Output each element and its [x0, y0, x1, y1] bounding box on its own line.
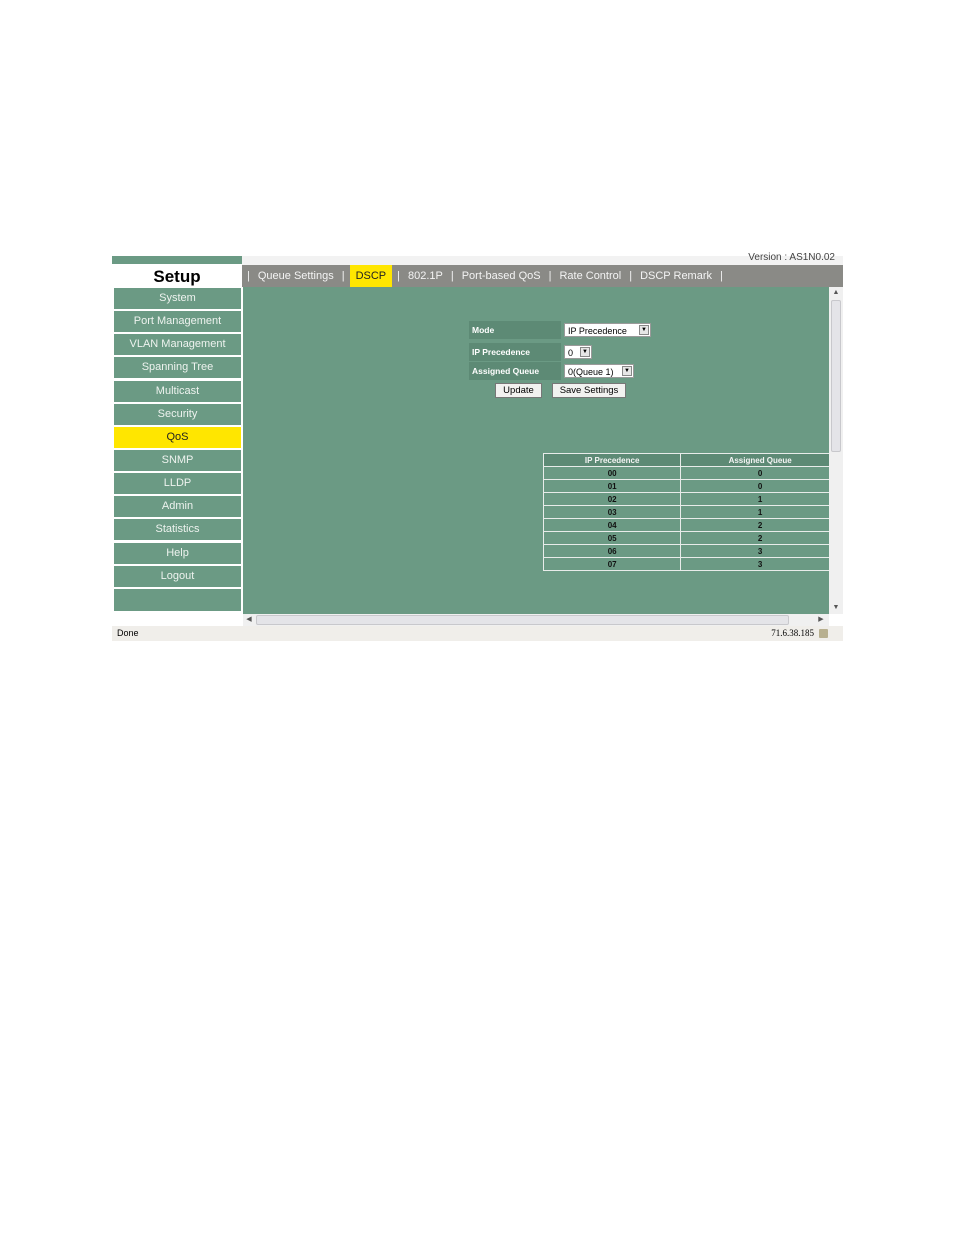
assigned-queue-select[interactable]: 0(Queue 1) ▼ — [564, 364, 634, 378]
sidebar-item-snmp[interactable]: SNMP — [114, 449, 241, 471]
ip-precedence-cell: 04 — [544, 519, 681, 531]
horizontal-scroll-thumb[interactable] — [256, 615, 789, 625]
sidebar-menu: System Port Management VLAN Management S… — [114, 288, 241, 613]
ip-precedence-cell: 01 — [544, 480, 681, 492]
mode-label: Mode — [469, 321, 561, 339]
scroll-up-arrow-icon[interactable]: ▲ — [829, 287, 843, 299]
tab-separator: | — [629, 270, 633, 282]
scroll-down-arrow-icon[interactable]: ▼ — [829, 602, 843, 614]
assigned-queue-cell: 3 — [681, 545, 839, 557]
mode-select[interactable]: IP Precedence ▼ — [564, 323, 651, 337]
assigned-queue-cell: 0 — [681, 467, 839, 479]
vertical-scrollbar[interactable]: ▲ ▼ — [829, 287, 843, 614]
assigned-queue-cell: 1 — [681, 493, 839, 505]
sidebar-item-system[interactable]: System — [114, 288, 241, 309]
tab-separator: | — [247, 270, 250, 282]
table-row: 07 3 — [544, 558, 839, 570]
chevron-down-icon[interactable]: ▼ — [622, 366, 632, 376]
table-row: 04 2 — [544, 519, 839, 531]
ip-precedence-label: IP Precedence — [469, 343, 561, 361]
lock-icon — [819, 629, 828, 638]
sidebar-item-security[interactable]: Security — [114, 403, 241, 425]
table-row: 01 0 — [544, 480, 839, 492]
sidebar-item-admin[interactable]: Admin — [114, 496, 241, 518]
sidebar-title: Setup — [153, 267, 201, 286]
assigned-queue-cell: 2 — [681, 519, 839, 531]
table-row: 05 2 — [544, 532, 839, 544]
sidebar-item-statistics[interactable]: Statistics — [114, 519, 241, 541]
ip-precedence-select-value: 0 — [568, 348, 574, 358]
update-button[interactable]: Update — [495, 383, 542, 398]
tab-802-1p[interactable]: 802.1P — [405, 265, 446, 287]
table-row: 00 0 — [544, 467, 839, 479]
tab-separator: | — [548, 270, 552, 282]
chevron-down-icon[interactable]: ▼ — [639, 325, 649, 335]
scroll-left-arrow-icon[interactable]: ◀ — [243, 614, 255, 626]
ip-precedence-queue-table: IP Precedence Assigned Queue 00 0 01 0 02 1… — [543, 453, 840, 571]
ip-precedence-cell: 07 — [544, 558, 681, 570]
tab-port-based-qos[interactable]: Port-based QoS — [459, 265, 544, 287]
sidebar-item-spanning-tree[interactable]: Spanning Tree — [114, 357, 241, 379]
sidebar-item-vlan-management[interactable]: VLAN Management — [114, 334, 241, 356]
column-header-ip-precedence: IP Precedence — [544, 454, 681, 466]
save-settings-button[interactable]: Save Settings — [552, 383, 626, 398]
column-header-assigned-queue: Assigned Queue — [681, 454, 839, 466]
sidebar-item-multicast[interactable]: Multicast — [114, 380, 241, 402]
sidebar-item-blank — [114, 588, 241, 611]
tab-dscp[interactable]: DSCP — [349, 265, 393, 287]
table-row: 02 1 — [544, 493, 839, 505]
ip-precedence-cell: 05 — [544, 532, 681, 544]
sidebar-top-band — [112, 256, 242, 264]
ip-precedence-select[interactable]: 0 ▼ — [564, 345, 592, 359]
ip-precedence-cell: 02 — [544, 493, 681, 505]
table-row: 06 3 — [544, 545, 839, 557]
assigned-queue-cell: 3 — [681, 558, 839, 570]
horizontal-scrollbar[interactable]: ◀ ▶ — [243, 614, 829, 626]
scroll-right-arrow-icon[interactable]: ▶ — [815, 614, 827, 626]
sidebar-item-logout[interactable]: Logout — [114, 565, 241, 587]
ip-precedence-cell: 03 — [544, 506, 681, 518]
ip-precedence-cell: 06 — [544, 545, 681, 557]
sidebar-item-lldp[interactable]: LLDP — [114, 473, 241, 495]
mode-select-value: IP Precedence — [568, 326, 627, 336]
vertical-scroll-thumb[interactable] — [831, 300, 841, 452]
assigned-queue-cell: 1 — [681, 506, 839, 518]
tab-separator: | — [397, 270, 400, 282]
status-bar: Done 71.6.38.185 — [112, 626, 843, 641]
assigned-queue-label: Assigned Queue — [469, 362, 561, 380]
sidebar-item-qos[interactable]: QoS — [114, 426, 241, 448]
tab-dscp-remark[interactable]: DSCP Remark — [637, 265, 715, 287]
status-address: 71.6.38.185 — [771, 628, 814, 638]
sidebar-item-port-management[interactable]: Port Management — [114, 311, 241, 333]
sidebar-item-help[interactable]: Help — [114, 542, 241, 564]
status-text: Done — [117, 628, 139, 638]
assigned-queue-cell: 0 — [681, 480, 839, 492]
table-row: 03 1 — [544, 506, 839, 518]
tab-rate-control[interactable]: Rate Control — [556, 265, 624, 287]
tab-separator: | — [720, 270, 723, 282]
tab-separator: | — [450, 270, 454, 282]
table-header-row: IP Precedence Assigned Queue — [544, 454, 839, 466]
tab-bar: | Queue Settings | DSCP | 802.1P | Port-based Q… — [242, 265, 843, 287]
tab-separator: | — [341, 270, 345, 282]
chevron-down-icon[interactable]: ▼ — [580, 347, 590, 357]
assigned-queue-select-value: 0(Queue 1) — [568, 367, 614, 377]
ip-precedence-cell: 00 — [544, 467, 681, 479]
version-label: Version : AS1N0.02 — [748, 252, 835, 263]
content-panel: Mode IP Precedence ▼ IP Precedence 0 ▼ A… — [243, 287, 840, 614]
browser-frame: Setup System Port Management VLAN Manage… — [112, 252, 843, 641]
tab-queue-settings[interactable]: Queue Settings — [255, 265, 337, 287]
assigned-queue-cell: 2 — [681, 532, 839, 544]
version-strip: Version : AS1N0.02 — [242, 252, 843, 265]
sidebar: Setup System Port Management VLAN Manage… — [112, 256, 242, 614]
